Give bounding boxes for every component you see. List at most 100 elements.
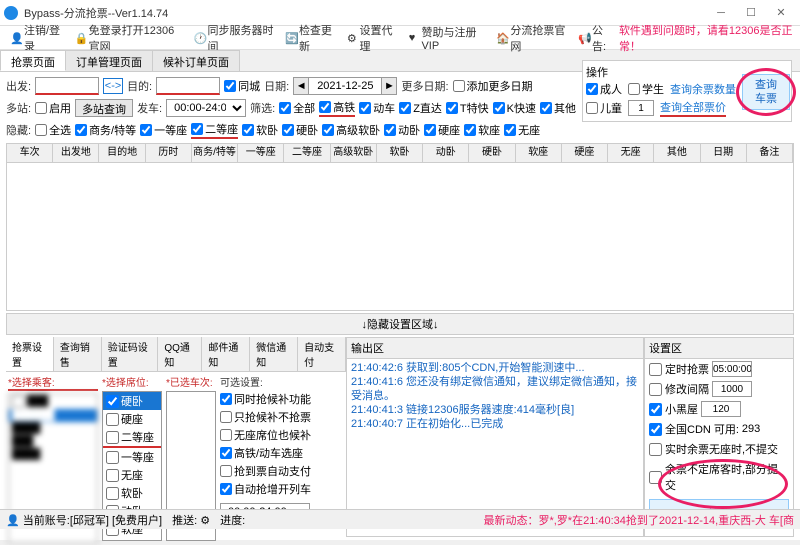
timed-check[interactable] (649, 363, 662, 376)
hide-label: 隐藏: (6, 122, 31, 138)
to-label: 目的: (127, 78, 152, 94)
set-title: 设置区 (645, 338, 793, 359)
megaphone-icon: 📢 (578, 32, 590, 44)
multi-label: 多站: (6, 100, 31, 116)
interval-check[interactable] (649, 383, 662, 396)
seat-hdr: *选择席位: (102, 374, 162, 389)
f-k[interactable]: K快速 (493, 100, 536, 116)
o1[interactable]: 同时抢候补功能 (220, 391, 320, 407)
tab-order[interactable]: 订单管理页面 (65, 50, 153, 71)
samecity-check[interactable]: 同城 (224, 78, 260, 94)
time-select[interactable]: 00:00-24:00 (166, 99, 246, 117)
quicklogin-link[interactable]: 🔒免登录打开12306官网 (71, 22, 188, 54)
hide-settings-toggle[interactable]: ↓隐藏设置区域↓ (6, 313, 794, 335)
enable-check[interactable]: 启用 (35, 100, 71, 116)
o2[interactable]: 只抢候补不抢票 (220, 409, 320, 425)
from-label: 出发: (6, 78, 31, 94)
tab-waitlist[interactable]: 候补订单页面 (152, 50, 240, 71)
realtime-check[interactable] (649, 443, 662, 456)
gear-icon: ⚙ (347, 32, 358, 44)
st-captcha[interactable]: 验证码设置 (102, 337, 159, 371)
o5[interactable]: 抢到票自动支付 (220, 463, 320, 479)
proxy-link[interactable]: ⚙设置代理 (343, 22, 403, 54)
interval-val[interactable] (712, 381, 752, 397)
f-dongche[interactable]: 动车 (359, 100, 395, 116)
status-news: 最新动态：罗*,罗*在21:40:34抢到了2021-12-14,重庆西-大 车… (483, 512, 794, 528)
st-grab[interactable]: 抢票设置 (6, 337, 54, 371)
train-hdr: *已选车次: (166, 374, 216, 389)
o3[interactable]: 无座席位也候补 (220, 427, 320, 443)
update-link[interactable]: 🔄检查更新 (281, 22, 341, 54)
student-check[interactable]: 学生 (628, 81, 664, 97)
query-button[interactable]: 查询车票 (742, 74, 790, 110)
h-biz[interactable]: 商务/特等 (75, 122, 136, 138)
official-link[interactable]: 🏠分流抢票官网 (492, 22, 572, 54)
date-prev[interactable]: ◄ (293, 77, 309, 95)
clock-icon: 🕐 (193, 32, 205, 44)
o4[interactable]: 高铁/动车选座 (220, 445, 320, 461)
f-other[interactable]: 其他 (540, 100, 576, 116)
swap-button[interactable]: <-> (103, 78, 123, 94)
date-value[interactable]: 2021-12-25 (309, 77, 381, 95)
child-check[interactable]: 儿童 (586, 100, 622, 116)
vip-link[interactable]: ♥赞助与注册VIP (405, 24, 491, 52)
moredate-label: 更多日期: (401, 78, 448, 94)
allprice-link[interactable]: 查询全部票价 (660, 99, 726, 117)
h-hardseat[interactable]: 硬座 (424, 122, 460, 138)
st-qq[interactable]: QQ通知 (158, 337, 202, 371)
cdn-check[interactable] (649, 423, 662, 436)
child-num[interactable] (628, 100, 654, 116)
table-body (6, 163, 794, 311)
h-all[interactable]: 全选 (35, 122, 71, 138)
passenger-hdr: *选择乘客: (8, 374, 98, 391)
tab-ticket[interactable]: 抢票页面 (0, 50, 66, 71)
lock-icon: 🔒 (75, 32, 87, 44)
window-title: Bypass-分流抢票--Ver1.14.74 (24, 5, 706, 21)
h-noseat[interactable]: 无座 (504, 122, 540, 138)
home-icon: 🏠 (496, 32, 508, 44)
st-wechat[interactable]: 微信通知 (250, 337, 298, 371)
adddate-check[interactable]: 添加更多日期 (453, 78, 533, 94)
f-z[interactable]: Z直达 (399, 100, 442, 116)
black-val[interactable] (701, 401, 741, 417)
date-next[interactable]: ► (381, 77, 397, 95)
st-autopay[interactable]: 自动支付 (298, 337, 346, 371)
log-area: 21:40:42:6 获取到:805个CDN,开始智能测速中...21:40:4… (347, 359, 643, 433)
sync-link[interactable]: 🕐同步服务器时间 (189, 22, 278, 54)
f-all[interactable]: 全部 (279, 100, 315, 116)
timed-val[interactable] (712, 361, 752, 377)
opt-hdr: 可选设置: (220, 374, 320, 389)
st-mail[interactable]: 邮件通知 (202, 337, 250, 371)
status-progress: 进度: (220, 512, 245, 528)
adult-check[interactable]: 成人 (586, 81, 622, 97)
o6[interactable]: 自动抢增开列车 (220, 481, 320, 497)
uncertain-check[interactable] (649, 471, 662, 484)
heart-icon: ♥ (409, 32, 420, 44)
status-acct: 👤 当前账号:[邱冠军] [免费用户] (6, 512, 162, 528)
to-input[interactable] (156, 77, 220, 95)
filter-label: 筛选: (250, 100, 275, 116)
announce-label: 📢公告: (574, 22, 617, 54)
register-link[interactable]: 👤注销/登录 (6, 22, 69, 54)
h-gsoft[interactable]: 高级软卧 (322, 122, 380, 138)
h-second[interactable]: 二等座 (191, 121, 238, 139)
h-first[interactable]: 一等座 (140, 122, 187, 138)
from-input[interactable] (35, 77, 99, 95)
st-sale[interactable]: 查询销售 (54, 337, 102, 371)
app-icon (4, 6, 18, 20)
out-title: 输出区 (347, 338, 643, 359)
notice-text: 软件遇到问题时，请看12306是否正常！ (619, 22, 794, 54)
status-push: 推送: ⚙ (172, 512, 210, 528)
remain-link[interactable]: 查询余票数量 (670, 81, 736, 97)
date-label: 日期: (264, 78, 289, 94)
f-gaotie[interactable]: 高铁 (319, 99, 355, 117)
h-soft[interactable]: 软卧 (242, 122, 278, 138)
multiq-button[interactable]: 多站查询 (75, 99, 133, 117)
f-t[interactable]: T特快 (446, 100, 489, 116)
user-icon: 👤 (10, 32, 22, 44)
h-hard[interactable]: 硬卧 (282, 122, 318, 138)
black-check[interactable] (649, 403, 662, 416)
h-dongwo[interactable]: 动卧 (384, 122, 420, 138)
refresh-icon: 🔄 (285, 32, 297, 44)
h-softseat[interactable]: 软座 (464, 122, 500, 138)
